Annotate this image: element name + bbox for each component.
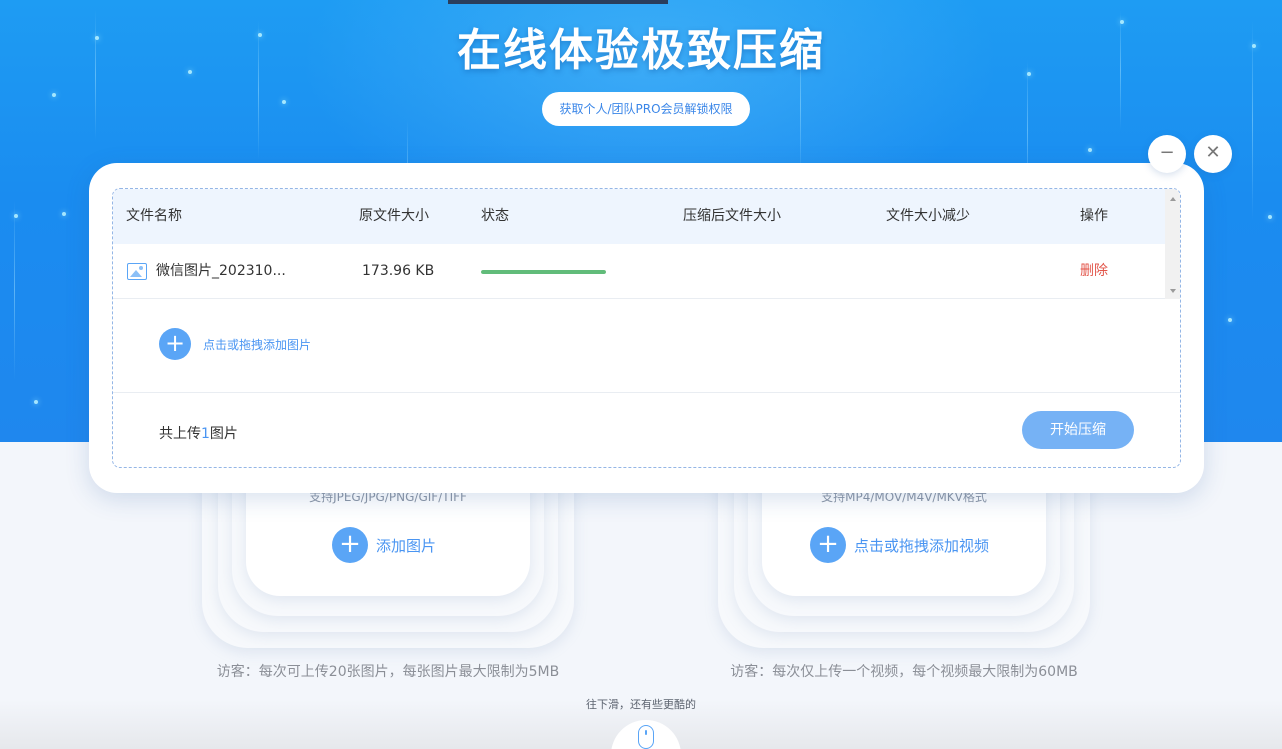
light-dot xyxy=(62,212,66,216)
add-image-label: 添加图片 xyxy=(376,536,437,555)
file-name: 微信图片_202310... xyxy=(156,263,286,279)
col-size-reduction: 文件大小减少 xyxy=(886,208,970,224)
add-image-dialog-label: 点击或拖拽添加图片 xyxy=(203,337,312,352)
upload-count-prefix: 共上传 xyxy=(159,426,201,442)
plus-icon: + xyxy=(332,527,368,563)
start-compress-button[interactable]: 开始压缩 xyxy=(1022,411,1134,449)
scroll-down-icon[interactable] xyxy=(1170,289,1176,293)
table-header: 文件名称 原文件大小 状态 压缩后文件大小 文件大小减少 操作 xyxy=(113,189,1165,244)
scroll-hint: 往下滑，还有些更酷的 xyxy=(586,698,696,711)
hero-title: 在线体验极致压缩 xyxy=(457,25,825,76)
minimize-icon: − xyxy=(1159,142,1175,163)
light-dot xyxy=(52,93,56,97)
light-dot xyxy=(1228,318,1232,322)
close-button[interactable]: ✕ xyxy=(1194,135,1232,173)
upload-count-number: 1 xyxy=(201,426,210,442)
add-video-button[interactable]: + 点击或拖拽添加视频 xyxy=(810,527,989,563)
table-scrollbar[interactable] xyxy=(1165,189,1180,299)
plus-icon: + xyxy=(810,527,846,563)
image-file-icon xyxy=(127,263,147,280)
light-dot xyxy=(1088,148,1092,152)
light-dot xyxy=(34,400,38,404)
light-dot xyxy=(14,214,18,218)
close-icon: ✕ xyxy=(1205,142,1221,163)
upload-count-suffix: 图片 xyxy=(209,426,238,442)
add-image-dialog-button[interactable]: + 点击或拖拽添加图片 xyxy=(159,328,311,360)
col-status: 状态 xyxy=(481,208,509,224)
progress-fill xyxy=(481,270,606,274)
light-dot xyxy=(282,100,286,104)
plus-icon: + xyxy=(159,328,191,360)
add-image-area: + 点击或拖拽添加图片 xyxy=(113,300,1180,393)
minimize-button[interactable]: − xyxy=(1148,135,1186,173)
col-original-size: 原文件大小 xyxy=(359,208,429,224)
col-file-name: 文件名称 xyxy=(126,208,182,224)
table-row: 微信图片_202310... 173.96 KB 删除 xyxy=(113,244,1165,299)
add-image-button[interactable]: + 添加图片 xyxy=(332,527,436,563)
image-visitor-note: 访客：每次可上传20张图片，每张图片最大限制为5MB xyxy=(216,664,560,680)
add-video-label: 点击或拖拽添加视频 xyxy=(854,536,990,555)
delete-button[interactable]: 删除 xyxy=(1080,244,1108,299)
light-dot xyxy=(1268,215,1272,219)
video-visitor-note: 访客：每次仅上传一个视频，每个视频最大限制为60MB xyxy=(730,664,1078,680)
compress-progress-bar xyxy=(481,270,606,274)
top-strip xyxy=(448,0,668,4)
col-compressed-size: 压缩后文件大小 xyxy=(683,208,781,224)
upload-count: 共上传1图片 xyxy=(159,423,238,443)
mouse-icon[interactable] xyxy=(638,725,654,749)
upload-dropzone[interactable]: 文件名称 原文件大小 状态 压缩后文件大小 文件大小减少 操作 微信图片_202… xyxy=(112,188,1181,468)
col-actions: 操作 xyxy=(1080,208,1108,224)
light-line xyxy=(14,200,15,380)
pro-membership-link[interactable]: 获取个人/团队PRO会员解锁权限 xyxy=(542,92,750,126)
original-size: 173.96 KB xyxy=(362,263,435,279)
compress-dialog: 文件名称 原文件大小 状态 压缩后文件大小 文件大小减少 操作 微信图片_202… xyxy=(89,163,1204,493)
scroll-up-icon[interactable] xyxy=(1170,197,1176,201)
